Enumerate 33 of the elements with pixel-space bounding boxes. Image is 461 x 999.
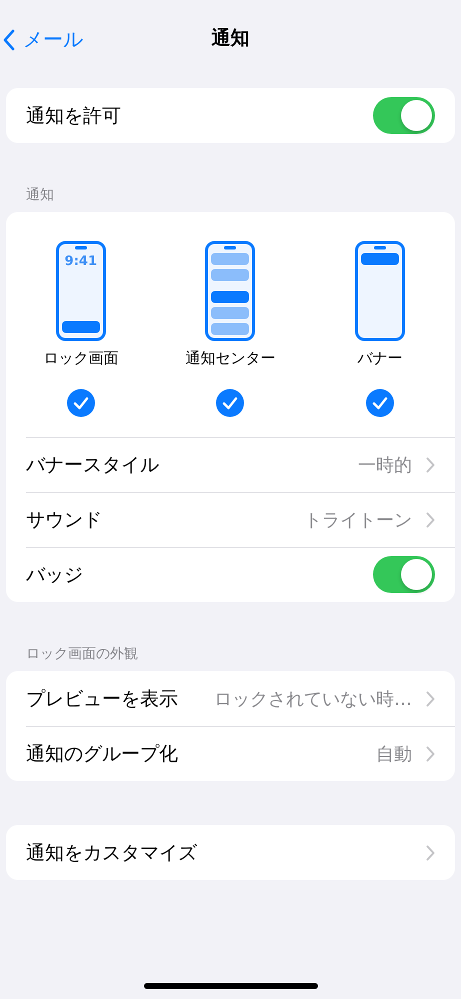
chevron-icon <box>426 690 435 706</box>
back-chevron-icon <box>3 28 15 50</box>
checkmark-icon[interactable] <box>366 389 394 417</box>
setting-label[interactable]: サウンド <box>26 506 102 532</box>
phone-drawing[interactable] <box>355 241 406 341</box>
style-label: ロック画面 <box>43 349 118 368</box>
style-label: 通知センター <box>185 349 276 368</box>
section-header: ロック画面の外観 <box>25 645 139 664</box>
setting-label[interactable]: プレビューを表示 <box>26 686 178 712</box>
style-label: バナー <box>358 349 403 368</box>
back-button[interactable]: メール <box>0 26 83 53</box>
setting-value: ロックされていない時… <box>214 688 412 710</box>
setting-value: 自動 <box>376 742 412 766</box>
setting-label: 通知を許可 <box>26 104 121 128</box>
setting-label[interactable]: 通知をカスタマイズ <box>26 840 197 866</box>
checkmark-icon[interactable] <box>66 389 95 417</box>
clock-time: 9:41 <box>64 254 97 269</box>
section-header: 通知 <box>25 186 55 205</box>
setting-label[interactable]: バナースタイル <box>26 452 159 478</box>
setting-label[interactable]: 通知のグループ化 <box>26 740 178 766</box>
phone-drawing[interactable] <box>56 241 106 341</box>
chevron-icon <box>426 844 435 860</box>
screen-title: 通知 <box>212 26 250 51</box>
chevron-icon <box>426 456 435 472</box>
setting-value: トライトーン <box>304 508 412 532</box>
chevron-icon <box>426 512 435 528</box>
chevron-icon <box>426 746 435 762</box>
setting-label: バッジ <box>26 562 83 588</box>
checkmark-icon[interactable] <box>216 389 244 417</box>
toggle-switch[interactable] <box>373 556 435 593</box>
toggle-switch[interactable] <box>373 97 435 134</box>
phone-drawing[interactable] <box>205 241 256 341</box>
setting-value: 一時的 <box>358 454 412 476</box>
